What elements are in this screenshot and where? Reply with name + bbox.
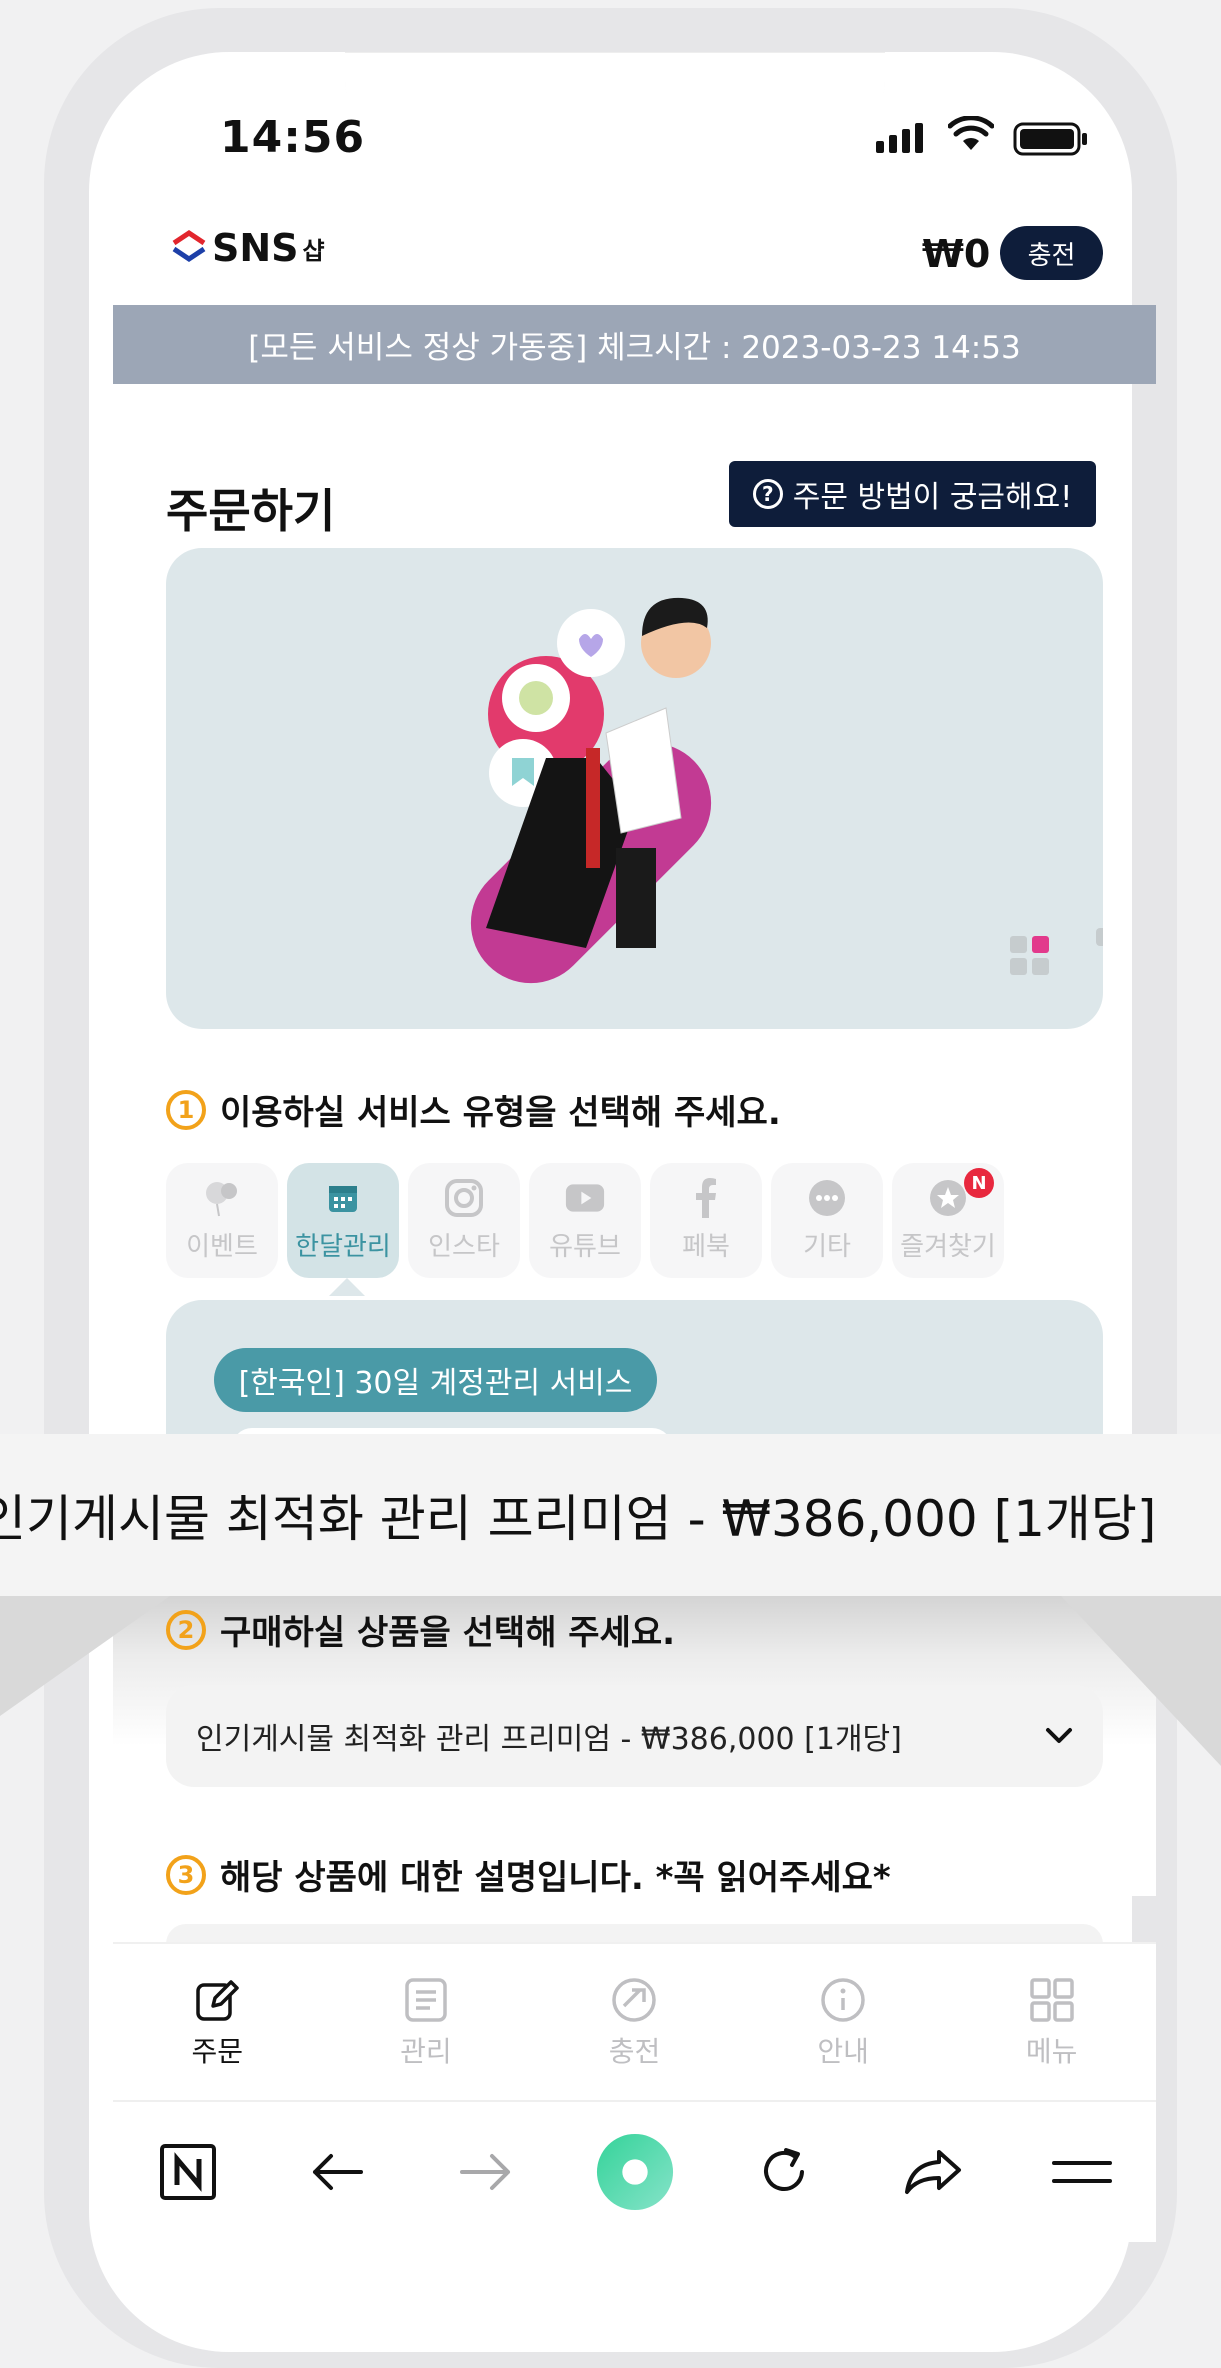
businessman-illustration	[470, 597, 1103, 984]
chevron-down-icon	[1046, 1728, 1072, 1743]
wifi-icon	[948, 116, 994, 150]
menu-button[interactable]	[1042, 2132, 1122, 2212]
tab-monthly[interactable]: 한달관리	[287, 1163, 399, 1278]
nav-label: 주문	[191, 2035, 244, 2068]
tab-label: 즐겨찾기	[900, 1232, 996, 1262]
step-1-heading: 1 이용하실 서비스 유형을 선택해 주세요.	[166, 1085, 781, 1134]
service-type-tabs: 이벤트 한달관리 인스타 유튜브 페북 기타 즐겨찾기 N	[166, 1163, 1004, 1278]
step-1-number-icon: 1	[166, 1089, 206, 1130]
step-3-label: 해당 상품에 대한 설명입니다. *꼭 읽어주세요*	[220, 1858, 891, 1898]
step-2-number-icon: 2	[166, 1609, 206, 1650]
step-2-heading: 2 구매하실 상품을 선택해 주세요.	[166, 1605, 675, 1654]
green-dot-button[interactable]	[595, 2132, 675, 2212]
charge-icon	[612, 1978, 657, 2022]
step-3-heading: 3 해당 상품에 대한 설명입니다. *꼭 읽어주세요*	[166, 1850, 891, 1899]
tab-label: 이벤트	[186, 1232, 258, 1262]
hamburger-icon	[1051, 2161, 1112, 2183]
info-icon	[821, 1978, 865, 2022]
zoom-shadow-left	[0, 1596, 170, 1716]
arrow-right-icon	[459, 2154, 510, 2190]
nav-info[interactable]: 안내	[783, 1976, 903, 2070]
refresh-icon	[763, 2148, 804, 2191]
nav-label: 관리	[400, 2035, 452, 2068]
product-select-value: 인기게시물 최적화 관리 프리미엄 - ₩386,000 [1개당]	[196, 1722, 902, 1757]
nav-order[interactable]: 주문	[157, 1976, 277, 2070]
charge-button[interactable]: 충전	[1000, 226, 1103, 280]
tab-label: 인스타	[428, 1232, 500, 1262]
zoomed-option-callout: 인기게시물 최적화 관리 프리미엄 - ₩386,000 [1개당]	[0, 1434, 1221, 1596]
nav-manage[interactable]: 관리	[366, 1976, 486, 2070]
zoomed-option-text: 인기게시물 최적화 관리 프리미엄 - ₩386,000 [1개당]	[0, 1490, 1157, 1548]
logo-mark-icon	[172, 229, 206, 263]
tab-label: 유튜브	[549, 1232, 621, 1262]
logo-sub-text: 샵	[302, 236, 325, 265]
status-time: 14:56	[220, 112, 366, 163]
list-icon	[405, 1978, 447, 2022]
instagram-icon	[444, 1178, 484, 1218]
back-button[interactable]	[297, 2132, 377, 2212]
battery-icon	[1013, 122, 1087, 156]
active-tab-pointer	[329, 1278, 365, 1296]
tab-favorites[interactable]: 즐겨찾기 N	[892, 1163, 1004, 1278]
bottom-nav: 주문 관리 충전 안내 메뉴	[113, 1942, 1156, 2102]
logo-text: SNS	[212, 226, 299, 270]
nav-label: 안내	[817, 2035, 869, 2068]
green-dot-icon	[596, 2133, 673, 2211]
tab-etc[interactable]: 기타	[771, 1163, 883, 1278]
forward-button[interactable]	[446, 2132, 526, 2212]
page-title: 주문하기	[166, 484, 336, 538]
question-icon: ?	[752, 479, 783, 509]
order-help-label: 주문 방법이 궁금해요!	[792, 480, 1073, 515]
balloon-icon	[202, 1178, 242, 1218]
nav-label: 메뉴	[1025, 2035, 1078, 2068]
refresh-button[interactable]	[744, 2132, 824, 2212]
step-1-label: 이용하실 서비스 유형을 선택해 주세요.	[220, 1093, 781, 1133]
arrow-left-icon	[312, 2154, 363, 2190]
tab-label: 한달관리	[295, 1232, 391, 1262]
app-logo[interactable]: SNS 샵	[170, 226, 325, 270]
tab-label: 기타	[803, 1232, 851, 1262]
product-select[interactable]: 인기게시물 최적화 관리 프리미엄 - ₩386,000 [1개당]	[166, 1685, 1103, 1787]
naver-home-button[interactable]	[148, 2132, 228, 2212]
tab-event[interactable]: 이벤트	[166, 1163, 278, 1278]
step-3-number-icon: 3	[166, 1854, 206, 1895]
balance-amount: ₩0	[922, 232, 991, 276]
promo-banner[interactable]	[166, 548, 1103, 1029]
product-description-box	[166, 1924, 1103, 1944]
youtube-icon	[565, 1178, 605, 1218]
signal-icon	[876, 123, 923, 153]
service-chip[interactable]: [한국인] 30일 계정관리 서비스	[214, 1348, 657, 1412]
phone-notch	[345, 52, 885, 140]
nav-menu[interactable]: 메뉴	[992, 1976, 1112, 2070]
calendar-icon	[323, 1178, 363, 1218]
star-icon	[928, 1178, 968, 1218]
order-help-button[interactable]: ? 주문 방법이 궁금해요!	[729, 461, 1096, 527]
browser-toolbar	[113, 2100, 1156, 2242]
more-icon	[807, 1178, 847, 1218]
nav-label: 충전	[608, 2035, 661, 2068]
new-badge: N	[964, 1168, 994, 1198]
grid-icon	[1029, 1978, 1074, 2022]
service-status-notice: [모든 서비스 정상 가동중] 체크시간 : 2023-03-23 14:53	[113, 305, 1156, 384]
tab-youtube[interactable]: 유튜브	[529, 1163, 641, 1278]
tab-facebook[interactable]: 페북	[650, 1163, 762, 1278]
banner-pager-icon[interactable]	[1008, 934, 1052, 978]
facebook-icon	[686, 1178, 726, 1218]
step-2-label: 구매하실 상품을 선택해 주세요.	[220, 1613, 676, 1653]
naver-icon	[159, 2144, 216, 2200]
tab-instagram[interactable]: 인스타	[408, 1163, 520, 1278]
edit-icon	[196, 1980, 240, 2021]
nav-charge[interactable]: 충전	[574, 1976, 694, 2070]
share-button[interactable]	[893, 2132, 973, 2212]
tab-label: 페북	[682, 1232, 730, 1262]
share-icon	[904, 2150, 961, 2194]
